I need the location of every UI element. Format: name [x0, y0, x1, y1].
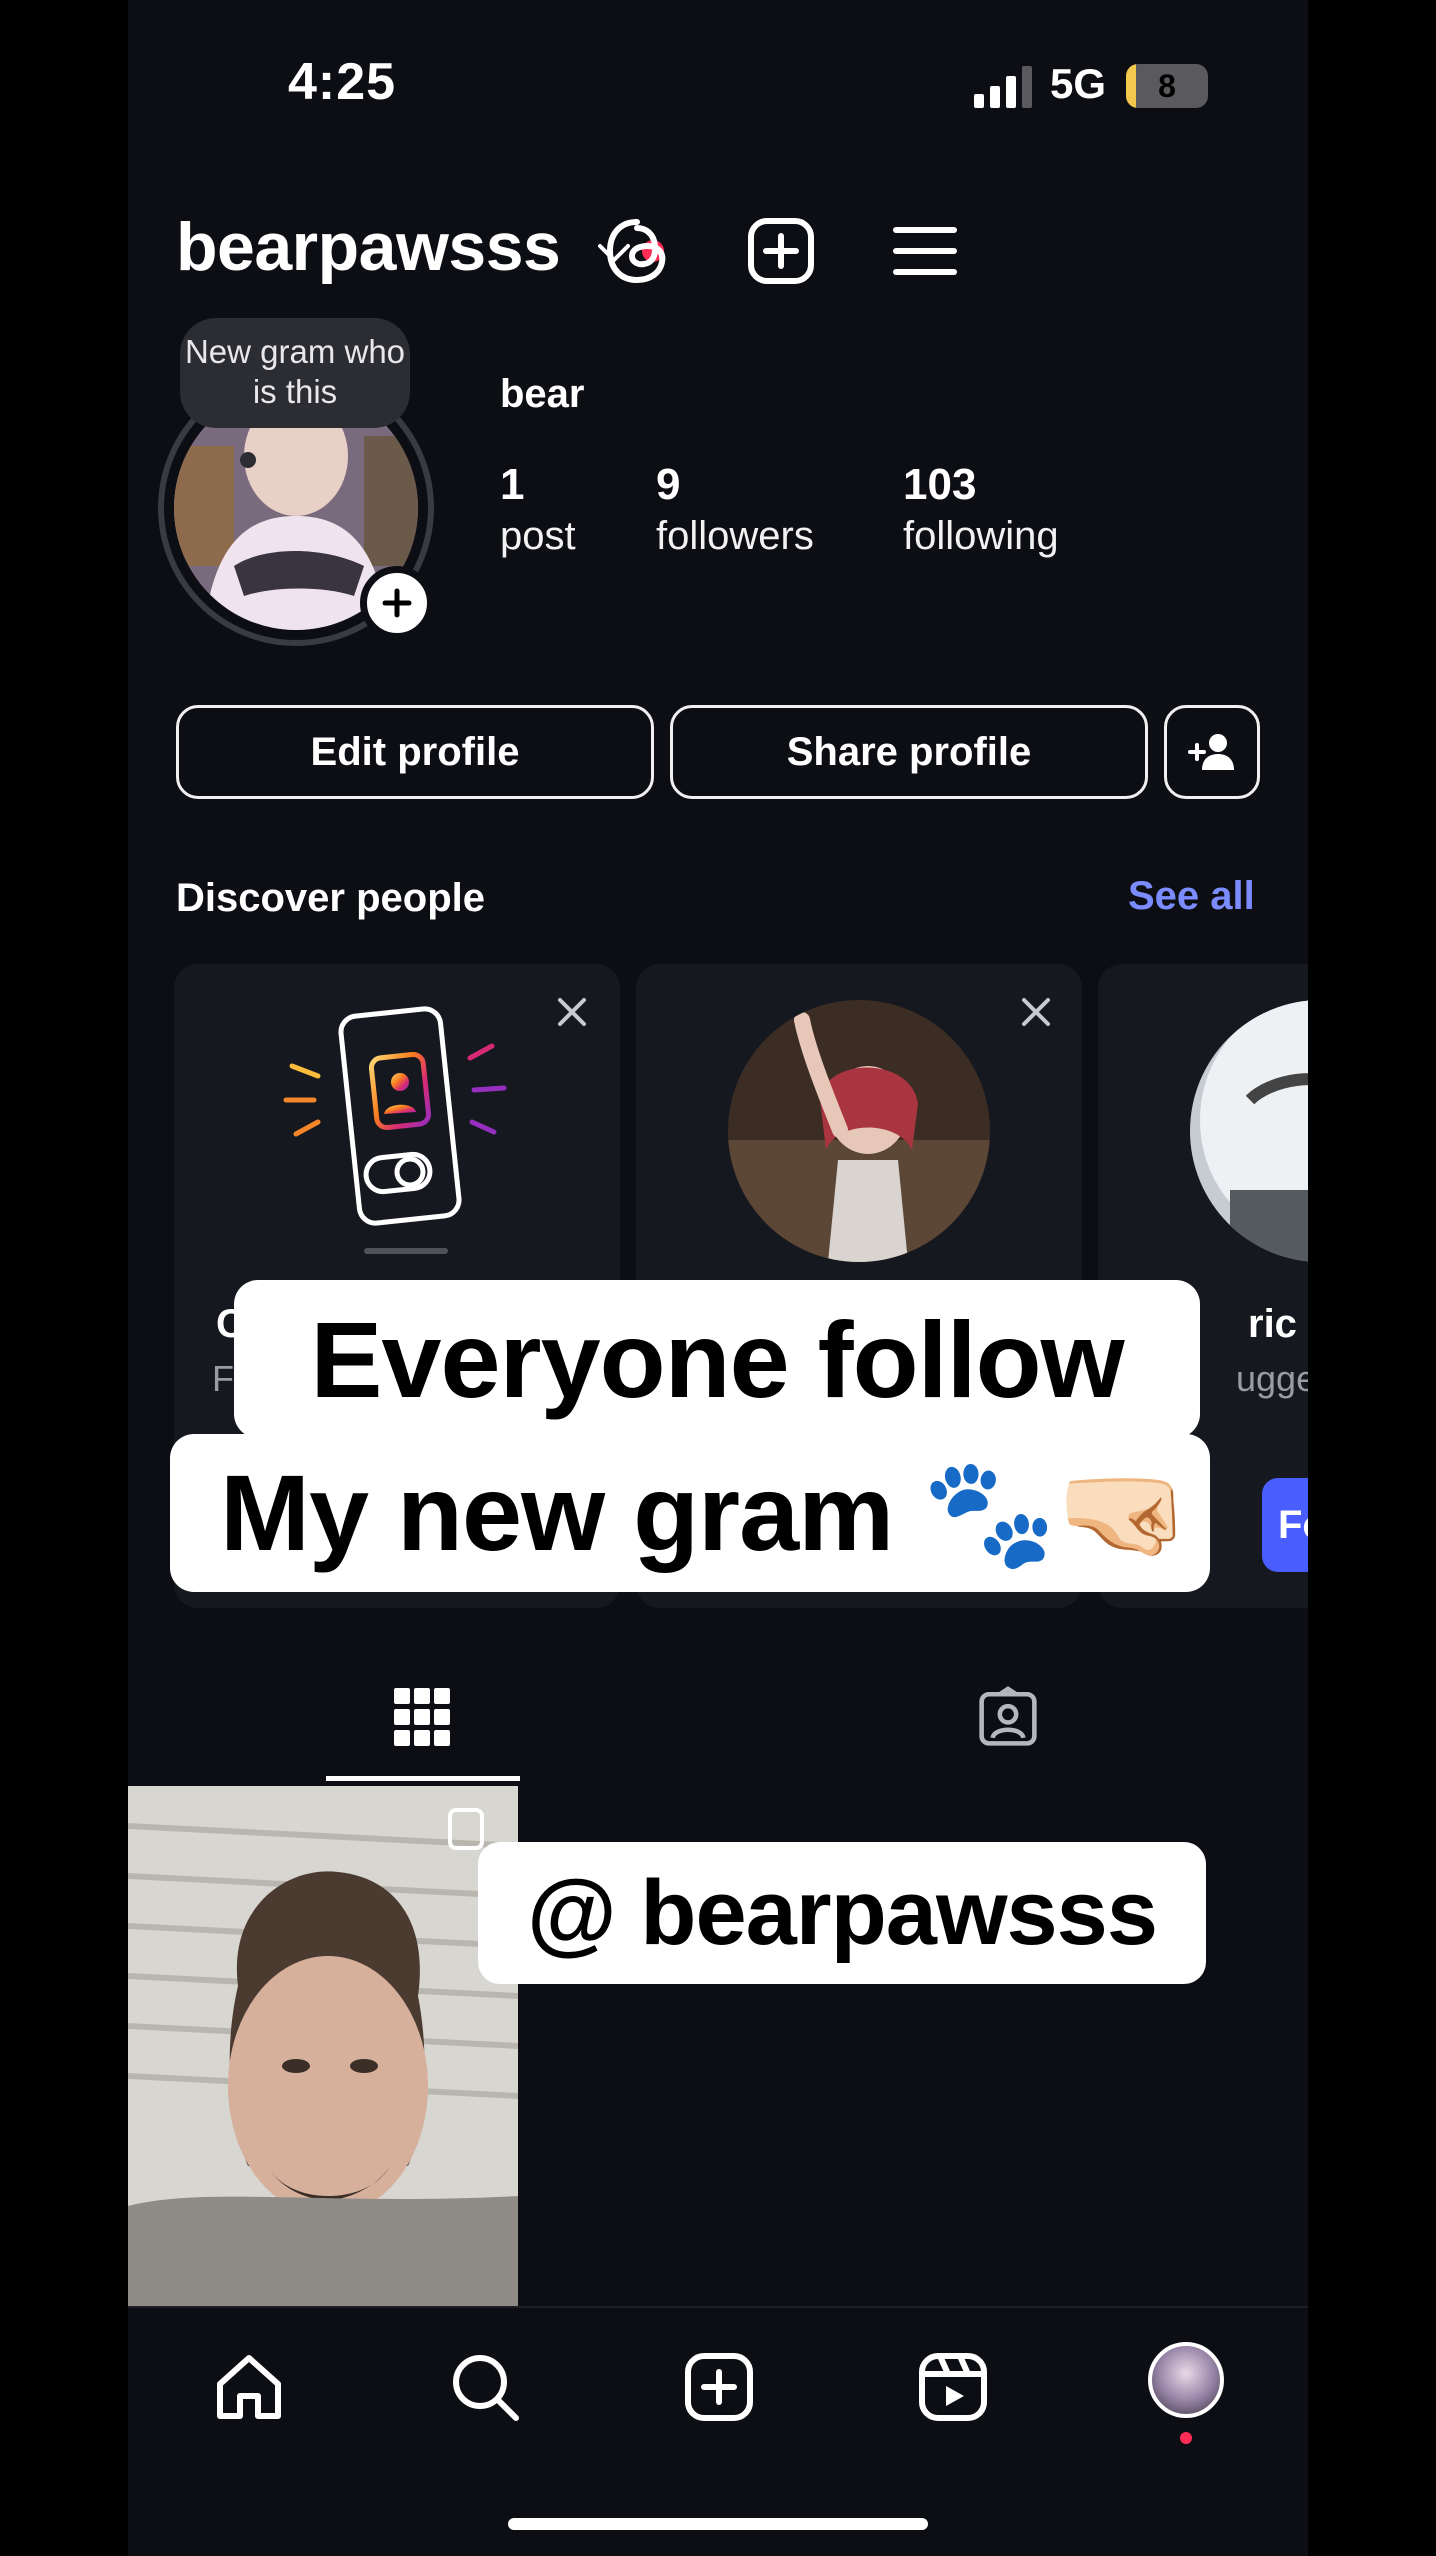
post-image	[128, 1786, 518, 2306]
following-count[interactable]: 103	[903, 460, 976, 510]
suggested-user-avatar[interactable]	[728, 1000, 990, 1262]
battery-level: 8	[1158, 68, 1176, 104]
post-thumbnail[interactable]	[128, 1786, 518, 2306]
note-bubble-tail	[240, 452, 256, 468]
card-handle	[364, 1248, 448, 1254]
caption-overlay-line1: Everyone follow	[234, 1280, 1200, 1438]
search-icon[interactable]	[448, 2350, 522, 2424]
network-type: 5G	[1050, 60, 1107, 107]
posts-count[interactable]: 1	[500, 460, 524, 510]
display-name: bear	[500, 372, 585, 416]
see-all-link[interactable]: See all	[1128, 874, 1255, 919]
threads-icon[interactable]	[602, 216, 672, 286]
profile-tab-avatar[interactable]	[1148, 2342, 1224, 2418]
caption-overlay-handle: @ bearpawsss	[478, 1842, 1206, 1984]
profile-screen: 4:25 5G 8 bearpawsss New gram who is thi…	[128, 0, 1308, 2556]
share-profile-button[interactable]: Share profile	[670, 705, 1148, 799]
account-switcher-username[interactable]: bearpawsss	[176, 208, 561, 286]
card-subtitle: F	[212, 1358, 234, 1399]
dismiss-card-icon[interactable]	[552, 992, 592, 1032]
create-icon[interactable]	[682, 2350, 756, 2424]
reels-icon[interactable]	[916, 2350, 990, 2424]
suggested-user-image	[728, 1000, 990, 1262]
edit-profile-button[interactable]: Edit profile	[176, 705, 654, 799]
posts-label[interactable]: post	[500, 514, 576, 559]
profile-notification-dot	[1180, 2432, 1192, 2444]
followers-count[interactable]: 9	[656, 460, 680, 510]
add-story-button[interactable]	[360, 566, 434, 640]
plus-icon	[382, 588, 412, 618]
caption-overlay-line2: My new gram 🐾🤜🏻	[170, 1434, 1210, 1592]
dismiss-card-icon[interactable]	[1016, 992, 1056, 1032]
multi-post-icon	[448, 1808, 484, 1850]
following-label[interactable]: following	[903, 514, 1059, 559]
card-subtitle: uggest	[1236, 1358, 1308, 1399]
tagged-tab-icon[interactable]	[978, 1684, 1038, 1750]
status-time: 4:25	[288, 53, 397, 111]
card-name: ric	[1248, 1302, 1297, 1346]
followers-label[interactable]: followers	[656, 514, 814, 559]
follow-button[interactable]: Fo	[1262, 1478, 1308, 1572]
discover-people-button[interactable]	[1164, 705, 1260, 799]
add-person-icon	[1188, 734, 1234, 770]
battery-indicator: 8	[1126, 64, 1208, 108]
home-icon[interactable]	[212, 2350, 286, 2424]
home-indicator[interactable]	[508, 2518, 928, 2530]
menu-icon[interactable]	[890, 216, 960, 286]
phone-contacts-icon	[283, 1006, 507, 1226]
discover-people-title: Discover people	[176, 876, 486, 920]
profile-note-bubble[interactable]: New gram who is this	[180, 318, 410, 428]
grid-tab-icon[interactable]	[392, 1684, 452, 1750]
create-post-icon[interactable]	[746, 216, 816, 286]
signal-icon	[974, 66, 1032, 108]
active-tab-indicator	[326, 1776, 520, 1781]
